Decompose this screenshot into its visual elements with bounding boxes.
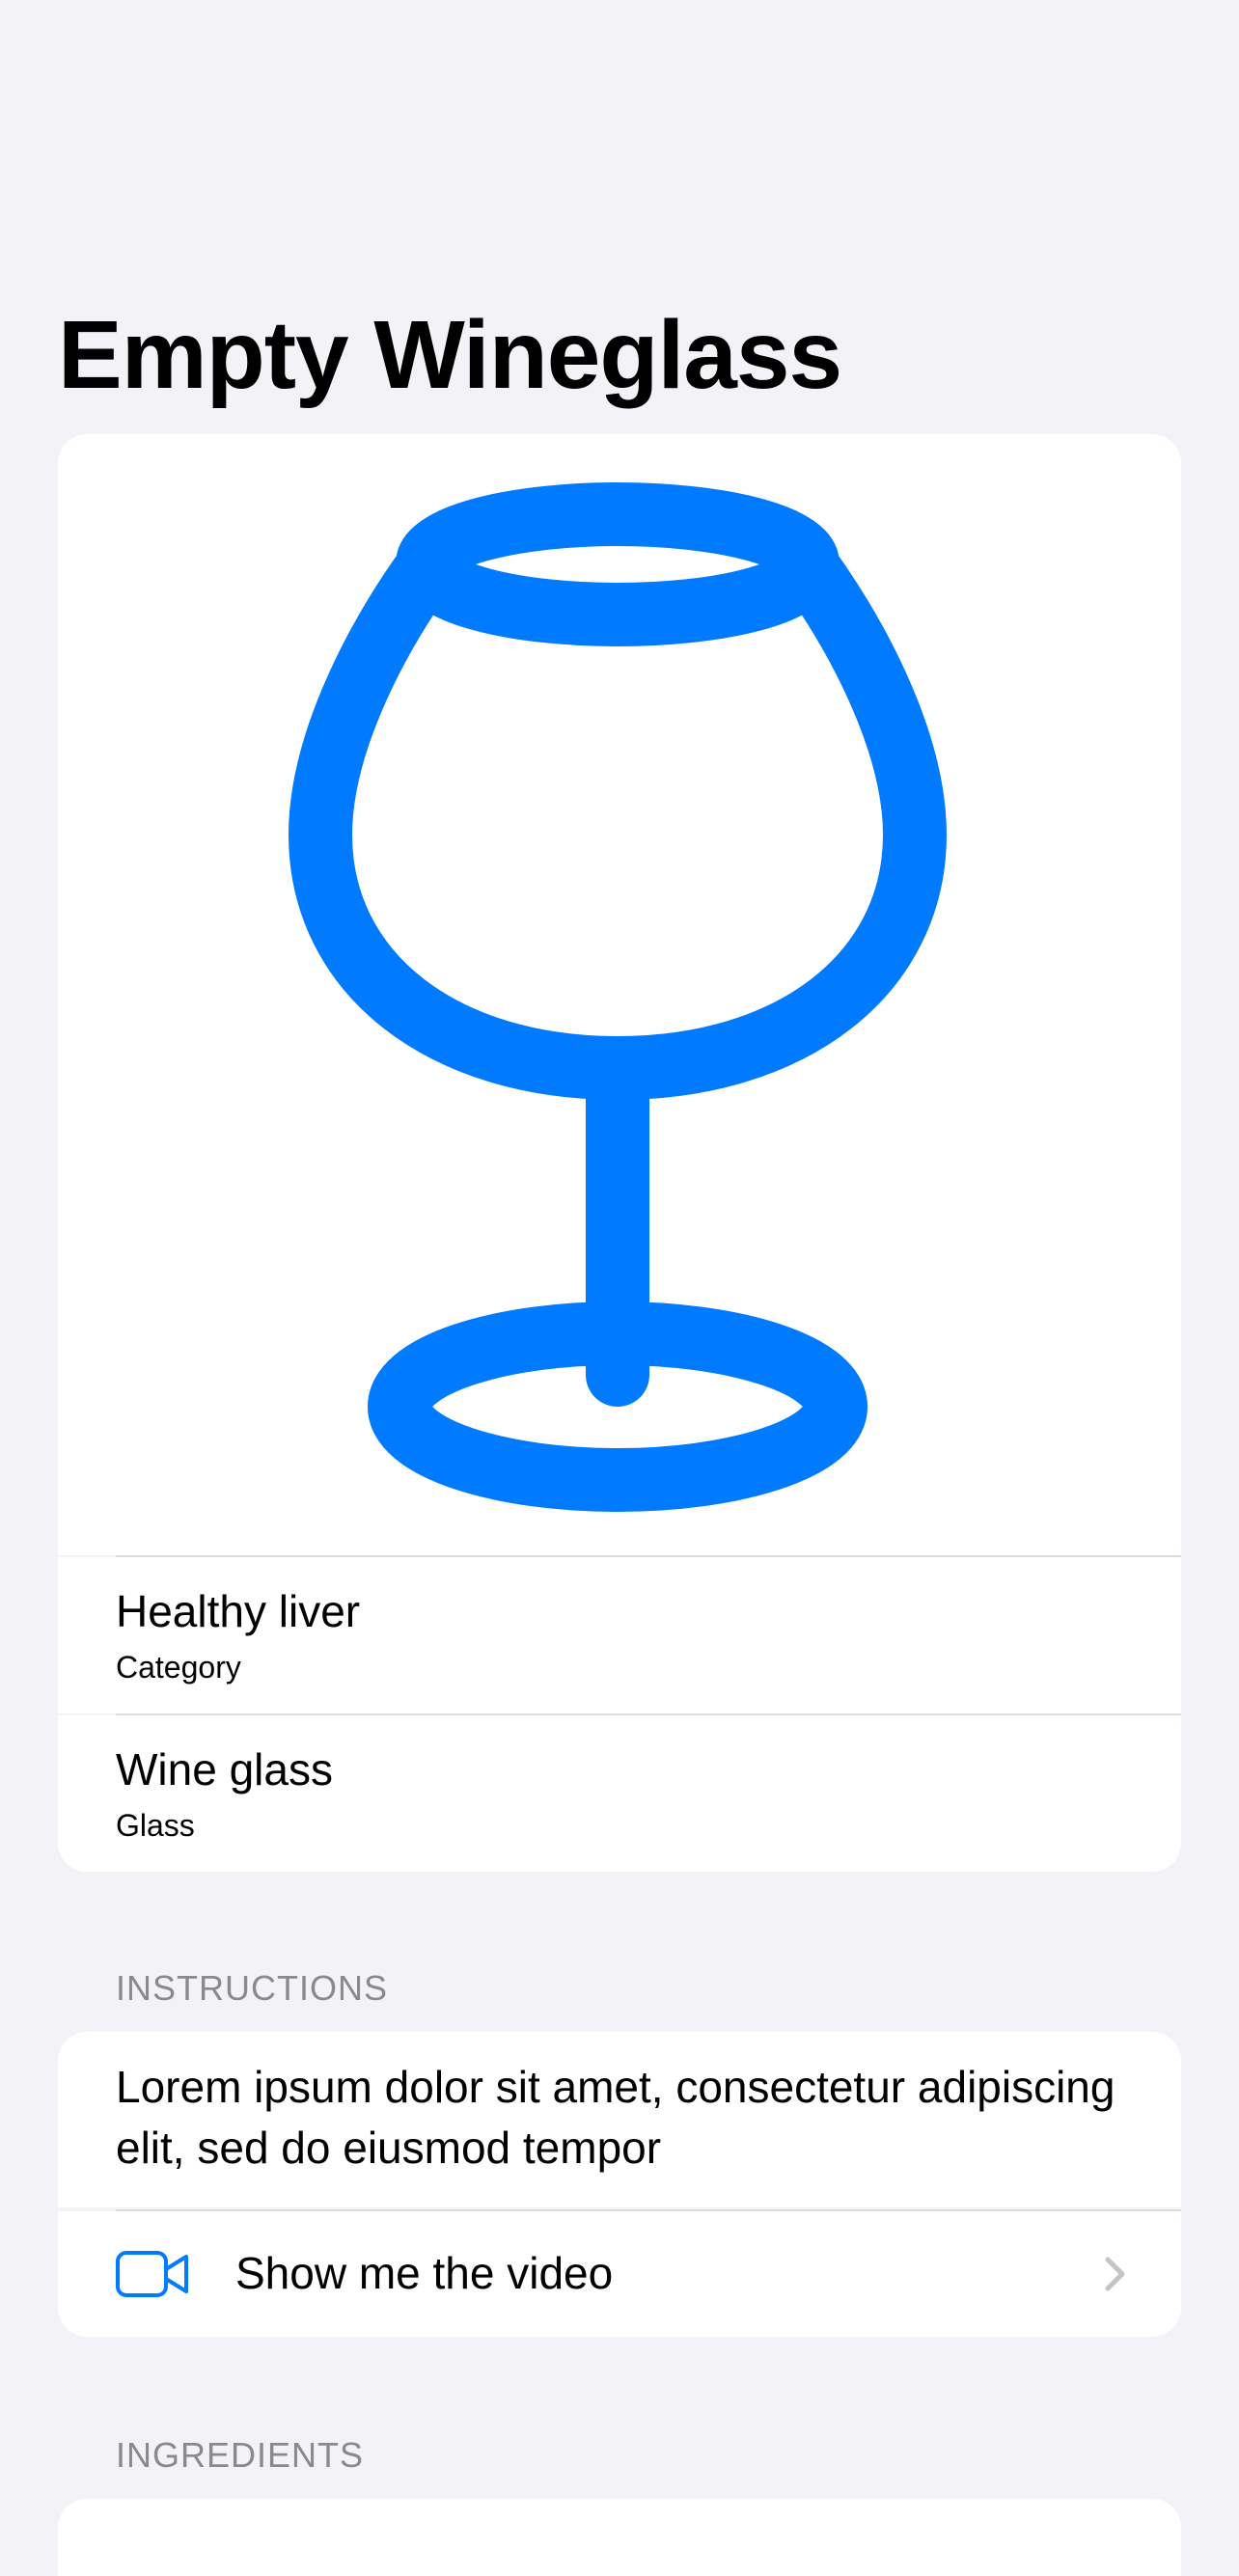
glass-label: Glass bbox=[116, 1808, 195, 1843]
drink-image-card bbox=[58, 434, 1181, 1555]
category-value: Healthy liver bbox=[116, 1586, 361, 1636]
glass-row: Wine glass Glass bbox=[58, 1715, 1181, 1872]
show-video-label: Show me the video bbox=[235, 2248, 614, 2298]
ingredients-card bbox=[58, 2499, 1181, 2576]
glass-value: Wine glass bbox=[116, 1744, 333, 1795]
page-title: Empty Wineglass bbox=[58, 301, 842, 409]
wineglass-icon bbox=[289, 482, 947, 1512]
category-label: Category bbox=[116, 1650, 241, 1685]
ingredients-section-header: INGREDIENTS bbox=[116, 2435, 365, 2475]
video-camera-icon bbox=[116, 2251, 188, 2297]
instructions-text: Lorem ipsum dolor sit amet, consectetur … bbox=[116, 2062, 1115, 2173]
show-video-button[interactable]: Show me the video bbox=[58, 2211, 1181, 2337]
instructions-section-header: INSTRUCTIONS bbox=[116, 1968, 388, 2008]
category-row: Healthy liver Category bbox=[58, 1557, 1181, 1713]
chevron-right-icon bbox=[1105, 2257, 1125, 2291]
instructions-card: Lorem ipsum dolor sit amet, consectetur … bbox=[58, 2032, 1181, 2207]
